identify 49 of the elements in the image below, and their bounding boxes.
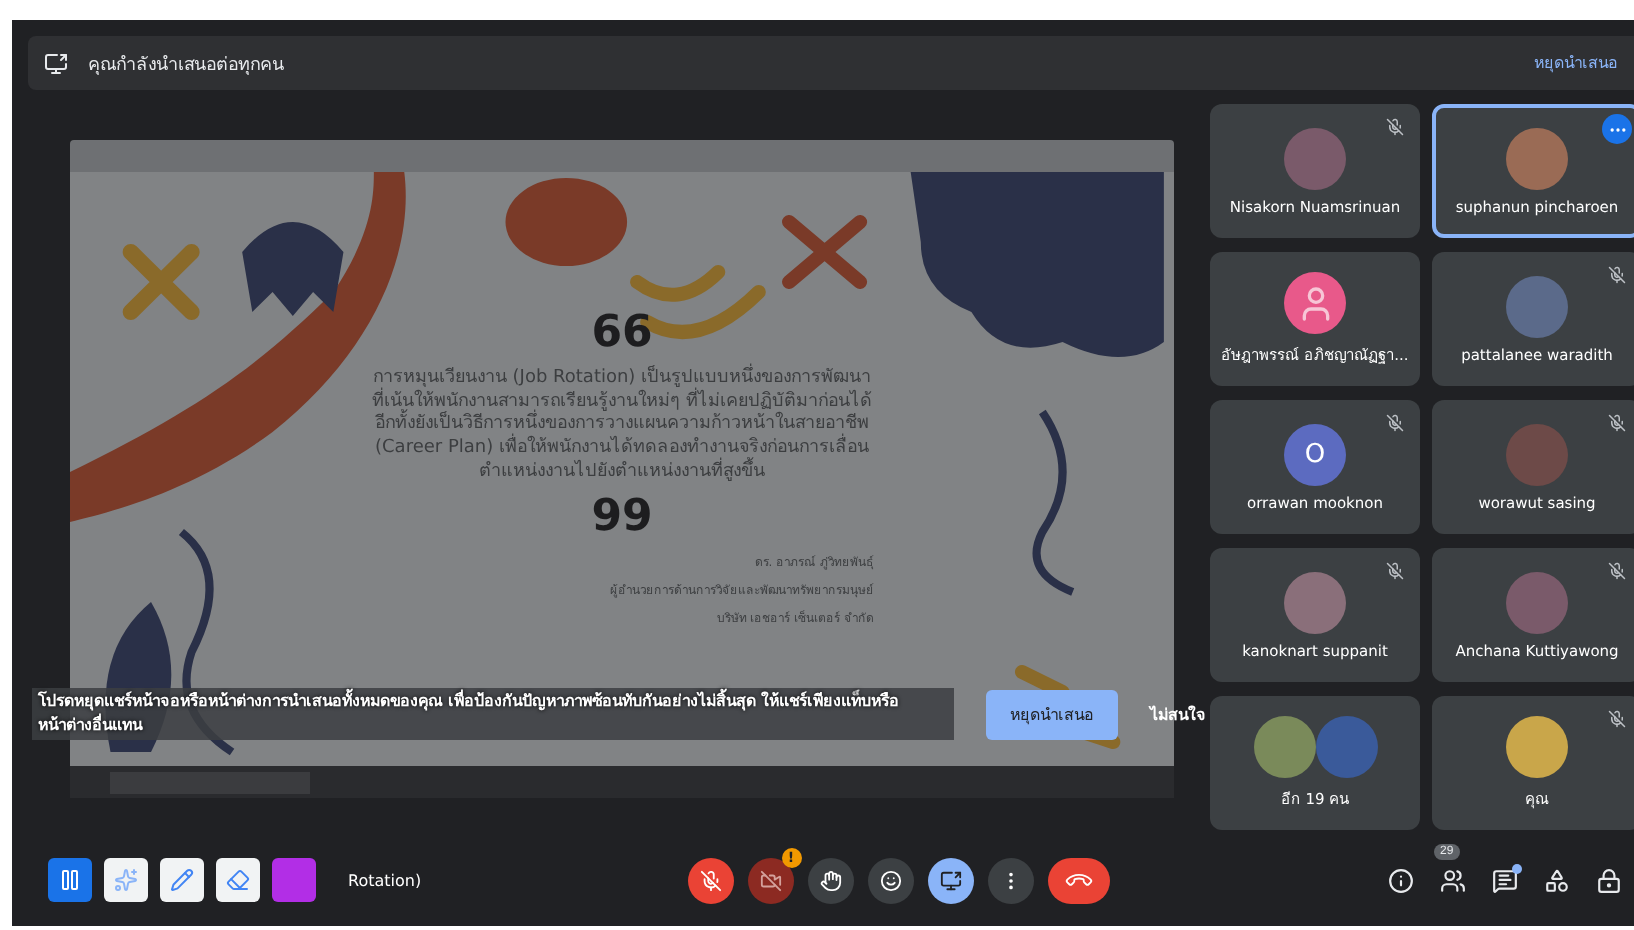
lock-icon xyxy=(1596,867,1622,893)
camera-off-icon xyxy=(759,869,781,891)
raise-hand-button[interactable] xyxy=(807,857,853,903)
pause-icon xyxy=(58,868,82,892)
people-icon xyxy=(1440,867,1466,893)
letter-avatar: O xyxy=(1284,423,1346,485)
profile-photo-placeholder xyxy=(1506,275,1568,337)
dismiss-button[interactable]: ไม่สนใจ xyxy=(1150,689,1206,739)
microphone-button[interactable] xyxy=(687,857,733,903)
chat-button[interactable] xyxy=(1492,867,1518,893)
warning-message: โปรดหยุดแชร์หน้าจอหรือหน้าต่างการนำเสนอทั้งหมดของคุณ เพื่อป้องกันปัญหาภาพซ้อนทับกันอย่างไม่สิ้นสุด ให้แชร์เพียงแท็บหรือหน้าต่างอื่นแทน xyxy=(32,688,954,740)
eraser-button[interactable] xyxy=(216,858,260,902)
color-swatch[interactable] xyxy=(272,858,316,902)
emoji-button[interactable] xyxy=(867,857,913,903)
presenting-message: คุณกำลังนำเสนอต่อทุกคน xyxy=(88,53,286,77)
hang-up-button[interactable] xyxy=(1047,857,1109,903)
profile-photo-placeholder xyxy=(1284,571,1346,633)
shapes-icon xyxy=(1544,867,1570,893)
stop-presenting-button[interactable]: หยุดนำเสนอ xyxy=(986,689,1118,739)
pen-button[interactable] xyxy=(160,858,204,902)
profile-photo-placeholder xyxy=(1506,571,1568,633)
profile-photo-placeholder xyxy=(1253,716,1315,778)
eraser-icon xyxy=(226,868,250,892)
close-quote-mark: 99 xyxy=(591,496,653,541)
chat-icon xyxy=(1492,867,1518,893)
profile-photo-placeholder xyxy=(1506,127,1568,189)
caption-text: Rotation) xyxy=(348,871,422,889)
microphone-off-icon xyxy=(699,869,721,891)
host-controls-button[interactable] xyxy=(1596,867,1622,893)
present-screen-button[interactable] xyxy=(927,857,973,903)
quote-text: การหมุนเวียนงาน (Job Rotation) เป็นรูปแบบหนึ่งของการพัฒนา ที่เน้นให้พนักงานสามารถเรียนรู้งานใหม่ๆ ที่ไม่เคยปฏิบัติมาก่อนได้ อีกทั้งยังเป็นวิธีการหนึ่งของการวางแผนความก้าวหน้าในสายอาชีพ (Career Plan) เพื่อให้พนักงานได้ทดลองทำงานจริงก่อนการเลื่อน ตำแหน่งงานไปยังตำแหน่งงานที่สูงขึ้น xyxy=(372,368,872,485)
profile-photo-placeholder xyxy=(1506,423,1568,485)
tile-options-button[interactable] xyxy=(1602,114,1632,144)
pause-button[interactable] xyxy=(48,858,92,902)
info-icon xyxy=(1388,867,1414,893)
open-quote-mark: 66 xyxy=(591,312,653,356)
activities-button[interactable] xyxy=(1544,867,1570,893)
present-icon xyxy=(44,51,68,75)
camera-button[interactable] xyxy=(747,857,793,903)
smiley-icon xyxy=(879,869,901,891)
profile-photo-placeholder xyxy=(1284,127,1346,189)
stop-presenting-link[interactable]: หยุดนำเสนอ xyxy=(1534,46,1618,80)
hand-icon xyxy=(819,869,841,891)
profile-photo-placeholder xyxy=(1506,716,1568,778)
profile-photo-placeholder xyxy=(1315,716,1377,778)
pencil-icon xyxy=(170,868,194,892)
info-button[interactable] xyxy=(1388,867,1414,893)
sparkle-icon xyxy=(114,868,138,892)
present-screen-icon xyxy=(939,869,961,891)
